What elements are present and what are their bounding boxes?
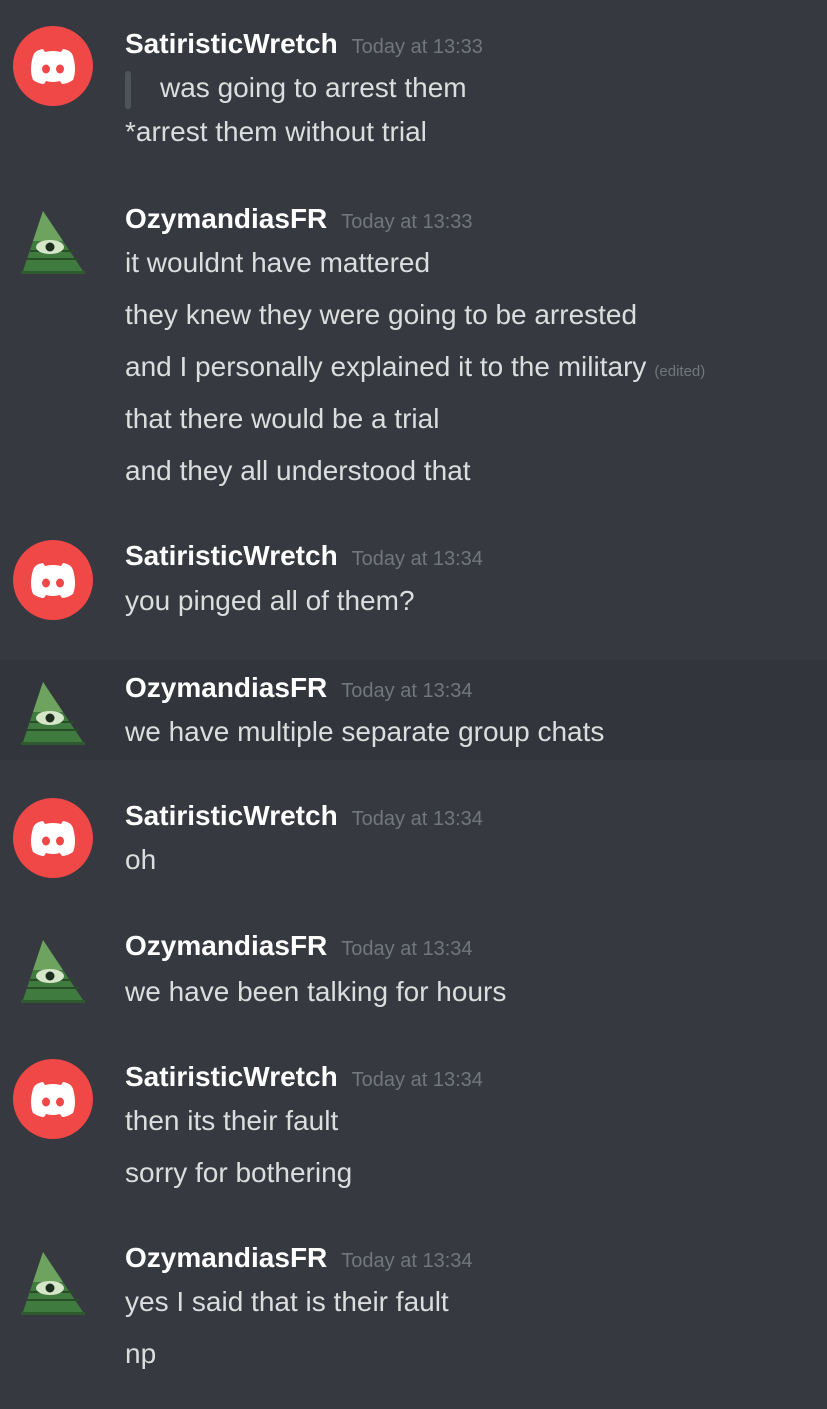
message-text: it wouldnt have mattered (125, 247, 431, 278)
message-header: OzymandiasFR Today at 13:34 (125, 930, 473, 970)
discord-logo-icon[interactable] (13, 540, 93, 620)
username[interactable]: OzymandiasFR (125, 203, 327, 234)
message-header: OzymandiasFR Today at 13:34 (125, 1242, 473, 1282)
timestamp: Today at 13:34 (341, 938, 473, 960)
message-group: OzymandiasFR Today at 13:34 we have been … (0, 920, 827, 1045)
discord-logo-icon[interactable] (13, 26, 93, 106)
message-group: OzymandiasFR Today at 13:34 we have multi… (0, 660, 827, 760)
message-header: SatiristicWretch Today at 13:34 (125, 540, 483, 580)
discord-logo-icon[interactable] (13, 798, 93, 878)
message-text: np (125, 1338, 157, 1369)
edited-label: (edited) (654, 363, 706, 380)
quote-bar (125, 71, 131, 109)
message-text: and I personally explained it to the mil… (125, 351, 647, 382)
chat-message-list: SatiristicWretch Today at 13:33 was going… (0, 0, 827, 1409)
message-header: SatiristicWretch Today at 13:34 (125, 800, 483, 840)
discord-logo-icon[interactable] (13, 1059, 93, 1139)
username[interactable]: SatiristicWretch (125, 1061, 338, 1092)
illuminati-pyramid-icon[interactable] (13, 1242, 93, 1322)
timestamp: Today at 13:34 (341, 1250, 473, 1272)
timestamp: Today at 13:33 (341, 211, 473, 233)
username[interactable]: OzymandiasFR (125, 930, 327, 961)
message-text: and they all understood that (125, 455, 471, 486)
timestamp: Today at 13:34 (351, 1069, 483, 1091)
message-group: SatiristicWretch Today at 13:34 you pinge… (0, 515, 827, 660)
message-header: OzymandiasFR Today at 13:34 (125, 672, 473, 712)
illuminati-pyramid-icon[interactable] (13, 201, 93, 281)
timestamp: Today at 13:34 (351, 808, 483, 830)
message-group: SatiristicWretch Today at 13:34 oh (0, 760, 827, 920)
message-text: we have multiple separate group chats (125, 716, 605, 747)
illuminati-pyramid-icon[interactable] (13, 930, 93, 1010)
timestamp: Today at 13:33 (351, 36, 483, 58)
username[interactable]: SatiristicWretch (125, 28, 338, 59)
message-text: sorry for bothering (125, 1157, 353, 1188)
message-header: OzymandiasFR Today at 13:33 (125, 203, 473, 243)
message-text: you pinged all of them? (125, 585, 415, 616)
message-text: then its their fault (125, 1105, 339, 1136)
message-text: they knew they were going to be arrested (125, 299, 638, 330)
timestamp: Today at 13:34 (341, 680, 473, 702)
timestamp: Today at 13:34 (351, 548, 483, 570)
message-group: SatiristicWretch Today at 13:34 then its … (0, 1045, 827, 1230)
message-text: that there would be a trial (125, 403, 440, 434)
message-text: *arrest them without trial (125, 116, 427, 147)
quoted-text: was going to arrest them (160, 72, 467, 103)
message-group: SatiristicWretch Today at 13:33 was going… (0, 0, 827, 175)
username[interactable]: SatiristicWretch (125, 800, 338, 831)
message-group: OzymandiasFR Today at 13:34 yes I said th… (0, 1230, 827, 1409)
username[interactable]: SatiristicWretch (125, 540, 338, 571)
message-text: yes I said that is their fault (125, 1286, 449, 1317)
illuminati-pyramid-icon[interactable] (13, 672, 93, 752)
message-text: we have been talking for hours (125, 976, 507, 1007)
username[interactable]: OzymandiasFR (125, 672, 327, 703)
message-group: OzymandiasFR Today at 13:33 it wouldnt ha… (0, 175, 827, 515)
message-text: oh (125, 844, 157, 875)
message-header: SatiristicWretch Today at 13:34 (125, 1061, 483, 1101)
message-text-edited: and I personally explained it to the mil… (125, 351, 705, 383)
message-header: SatiristicWretch Today at 13:33 (125, 28, 483, 68)
username[interactable]: OzymandiasFR (125, 1242, 327, 1273)
